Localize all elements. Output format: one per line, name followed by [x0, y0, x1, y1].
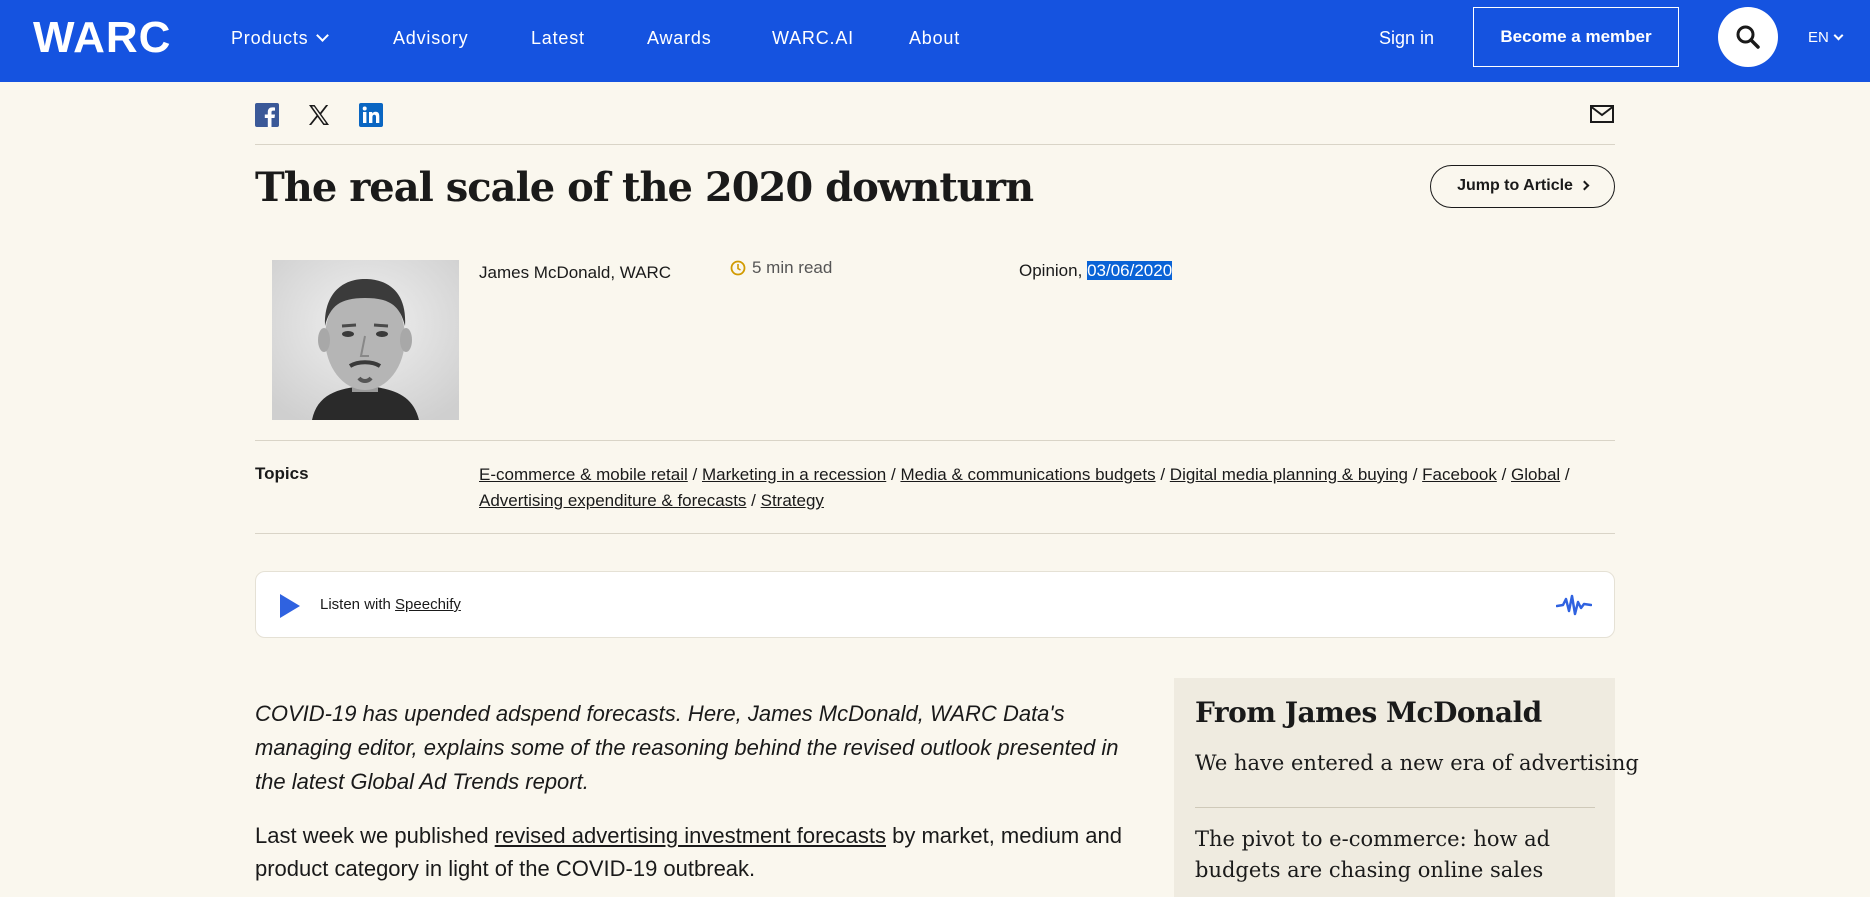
topic-link[interactable]: Media & communications budgets: [900, 465, 1155, 484]
topic-link[interactable]: Strategy: [761, 491, 824, 510]
sidebar-title: From James McDonald: [1195, 696, 1542, 729]
nav-item-products[interactable]: Products: [231, 27, 330, 49]
divider: [255, 440, 1615, 441]
jump-to-article-button[interactable]: Jump to Article: [1430, 165, 1615, 208]
topics-list: E-commerce & mobile retail / Marketing i…: [479, 465, 1570, 510]
article-lede: COVID-19 has upended adspend forecasts. …: [255, 701, 1119, 794]
topic-link[interactable]: Advertising expenditure & forecasts: [479, 491, 746, 510]
chevron-right-icon: [1579, 180, 1590, 191]
nav-item-advisory[interactable]: Advisory: [393, 27, 468, 49]
facebook-icon[interactable]: [255, 103, 279, 127]
jump-button-label: Jump to Article: [1457, 177, 1573, 194]
speechify-player: Listen with Speechify: [255, 571, 1615, 638]
publish-date: 03/06/2020: [1087, 261, 1173, 280]
sidebar-article-link[interactable]: We have entered a new era of advertising: [1195, 748, 1639, 779]
top-navigation: WARC Products Advisory Latest Awards WAR…: [0, 0, 1870, 82]
warc-logo[interactable]: WARC: [33, 14, 171, 62]
topic-link[interactable]: Digital media planning & buying: [1170, 465, 1408, 484]
divider: [255, 144, 1615, 145]
sign-in-link[interactable]: Sign in: [1379, 27, 1434, 49]
author-photo: [272, 260, 459, 420]
email-icon[interactable]: [1590, 104, 1614, 124]
nav-item-latest[interactable]: Latest: [531, 27, 585, 49]
become-member-button[interactable]: Become a member: [1473, 7, 1679, 67]
search-button[interactable]: [1718, 7, 1778, 67]
author-name[interactable]: James McDonald, WARC: [479, 263, 671, 283]
x-icon[interactable]: [307, 103, 331, 127]
divider: [1195, 807, 1595, 808]
sidebar-article-link[interactable]: The pivot to e-commerce: how ad budgets …: [1195, 824, 1595, 886]
topics-label: Topics: [255, 464, 309, 483]
speechify-link[interactable]: Speechify: [395, 596, 461, 613]
divider: [255, 533, 1615, 534]
nav-item-warc-ai[interactable]: WARC.AI: [772, 27, 854, 49]
topic-link[interactable]: Global: [1511, 465, 1560, 484]
forecasts-link[interactable]: revised advertising investment forecasts: [495, 823, 886, 848]
topic-link[interactable]: E-commerce & mobile retail: [479, 465, 688, 484]
clock-icon: [730, 260, 746, 276]
article-title: The real scale of the 2020 downturn: [255, 164, 1034, 211]
chevron-down-icon: [316, 29, 330, 42]
language-label: EN: [1808, 29, 1829, 46]
author-sidebar: From James McDonald We have entered a ne…: [1174, 678, 1639, 897]
topic-link[interactable]: Facebook: [1422, 465, 1497, 484]
nav-item-awards[interactable]: Awards: [647, 27, 712, 49]
nav-item-label: Products: [231, 28, 309, 48]
sound-wave-icon: [1556, 594, 1592, 616]
linkedin-icon[interactable]: [359, 103, 383, 127]
read-time-label: 5 min read: [752, 258, 833, 277]
topic-link[interactable]: Marketing in a recession: [702, 465, 886, 484]
article-type: Opinion,: [1019, 261, 1083, 280]
language-selector[interactable]: EN: [1808, 28, 1844, 48]
article-type-date: Opinion, 03/06/2020: [1019, 261, 1173, 281]
play-icon[interactable]: [280, 594, 300, 618]
speechify-label: Listen with Speechify: [320, 596, 461, 613]
author-avatar: [272, 260, 459, 420]
nav-item-about[interactable]: About: [909, 27, 960, 49]
article-paragraph: Last week we published revised advertisi…: [255, 823, 1122, 881]
search-icon: [1736, 25, 1760, 49]
chevron-down-icon: [1833, 30, 1844, 41]
